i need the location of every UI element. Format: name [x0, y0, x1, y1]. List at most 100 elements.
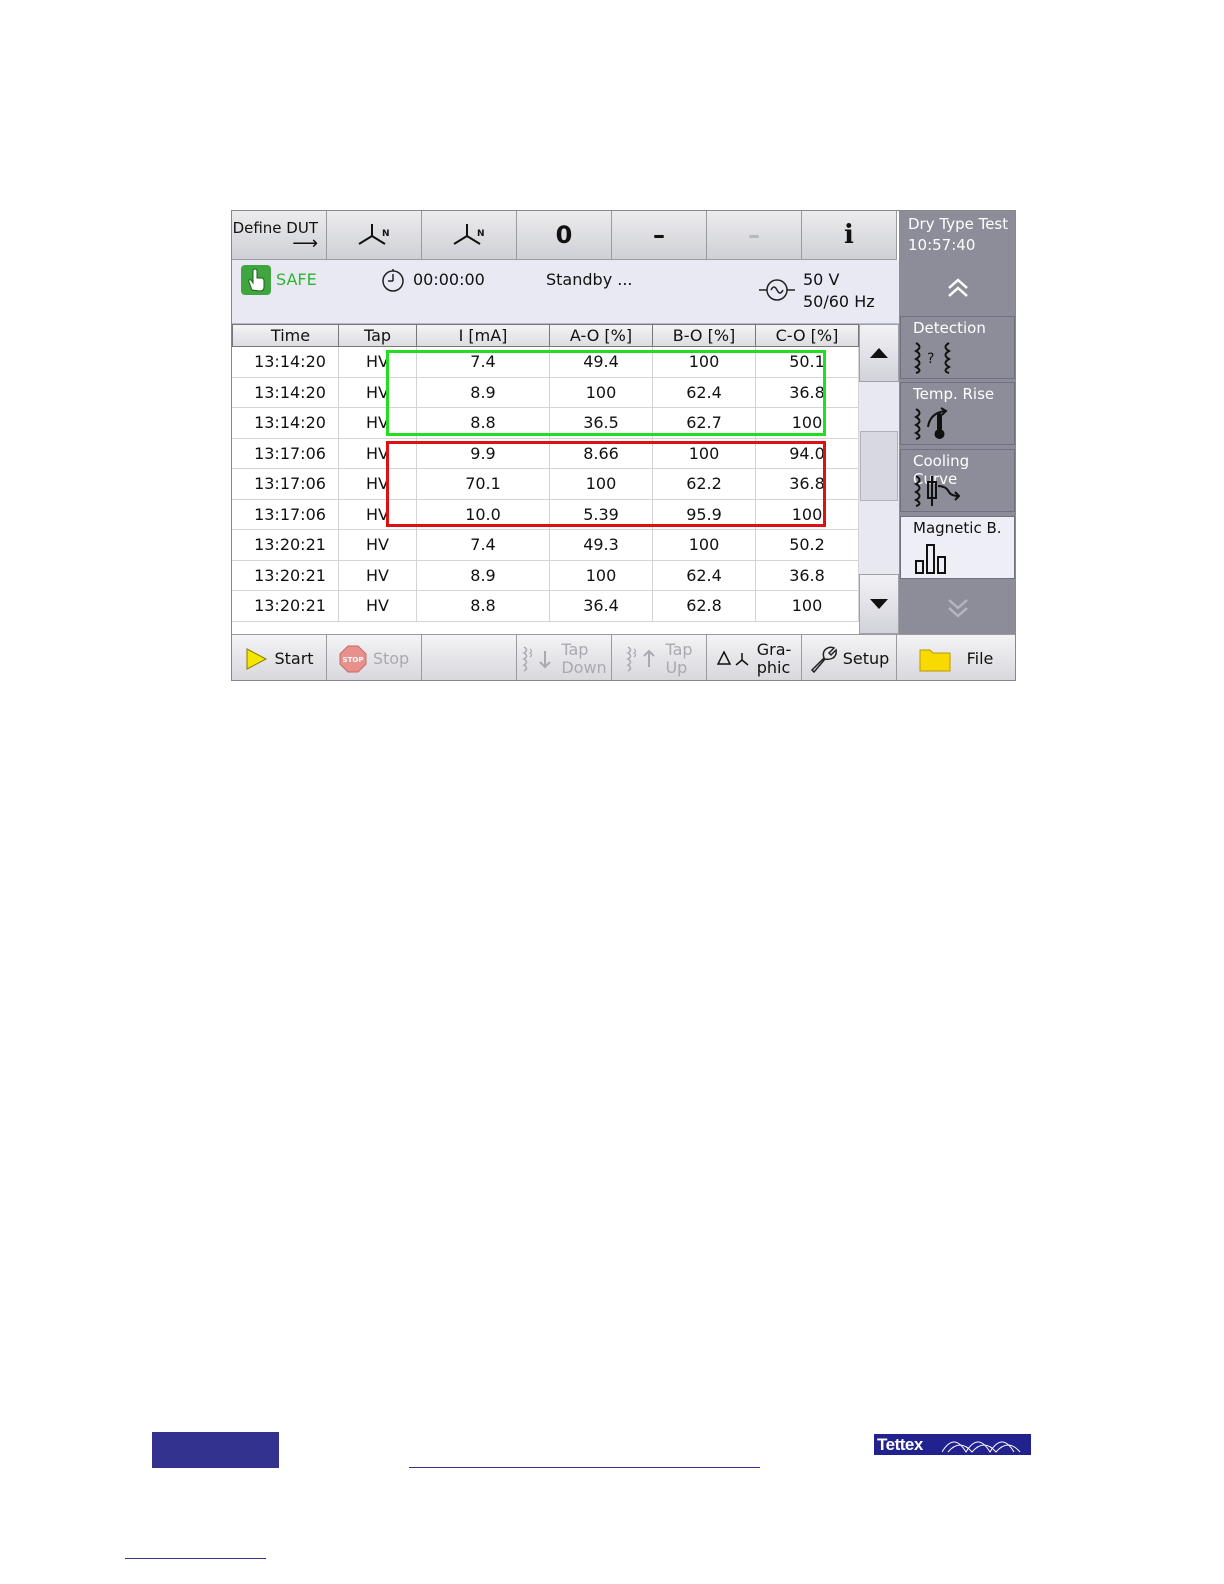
define-dut-button[interactable]: Define DUT ⟶ [232, 211, 327, 260]
cell-tap: HV [339, 560, 417, 590]
cell-time: 13:14:20 [232, 377, 339, 407]
column-header-tap[interactable]: Tap [339, 324, 417, 347]
phase-shift-button[interactable]: 0 [517, 211, 612, 260]
vector-group-hv-button[interactable]: N [327, 211, 422, 260]
cell-b-o: 62.4 [653, 560, 756, 590]
vector-group-lv-button[interactable]: N [422, 211, 517, 260]
table-header: Time Tap I [mA] A-O [%] B-O [%] C-O [%] [232, 324, 859, 347]
cell-b-o: 62.2 [653, 469, 756, 499]
table-row[interactable]: 13:17:06 HV 9.9 8.66 100 94.0 [232, 438, 859, 469]
safe-status-label: SAFE [276, 270, 317, 289]
table-row[interactable]: 13:14:20 HV 8.8 36.5 62.7 100 [232, 408, 859, 439]
cell-current: 8.8 [417, 591, 550, 621]
delta-wye-icon [716, 649, 751, 669]
system-clock: 10:57:40 [908, 236, 976, 254]
sidebar-item-label: Detection [913, 319, 986, 337]
tertiary-shift-button: – [707, 211, 802, 260]
top-toolbar: Define DUT ⟶ N N 0 – – i [232, 211, 899, 260]
tap-up-label-line1: Tap [665, 639, 693, 659]
tap-up-label-line2: Up [665, 657, 688, 677]
cell-time: 13:14:20 [232, 408, 339, 438]
graphic-label-line2: phic [756, 657, 791, 677]
cell-time: 13:20:21 [232, 591, 339, 621]
logo-text: Tettex [877, 1435, 923, 1454]
setup-button[interactable]: Setup [802, 634, 897, 680]
cell-tap: HV [339, 591, 417, 621]
table-row[interactable]: 13:14:20 HV 8.9 100 62.4 36.8 [232, 377, 859, 408]
scroll-thumb[interactable] [860, 431, 898, 501]
graphic-label: Gra- phic [756, 640, 792, 677]
wye-neutral-icon: N [453, 224, 485, 245]
sidebar-item-label: Temp. Rise [913, 385, 995, 403]
table-row[interactable]: 13:20:21 HV 8.9 100 62.4 36.8 [232, 560, 859, 591]
tertiary-winding-button[interactable]: – [612, 211, 707, 260]
empty-toolbar-slot [422, 634, 517, 680]
scroll-up-button[interactable] [859, 324, 899, 382]
results-table: Time Tap I [mA] A-O [%] B-O [%] C-O [%] … [232, 324, 859, 634]
cell-a-o: 8.66 [550, 438, 653, 468]
column-header-b-o[interactable]: B-O [%] [653, 324, 756, 347]
table-body: 13:14:20 HV 7.4 49.4 100 50.1 13:14:20 HV 8.9 100… [232, 347, 859, 622]
cell-tap: HV [339, 530, 417, 560]
table-row[interactable]: 13:20:21 HV 8.8 36.4 62.8 100 [232, 591, 859, 622]
cell-a-o: 49.4 [550, 347, 653, 377]
cell-a-o: 100 [550, 377, 653, 407]
graphic-button[interactable]: Gra- phic [707, 634, 802, 680]
cell-tap: HV [339, 377, 417, 407]
stop-button: STOP Stop [327, 634, 422, 680]
info-icon: i [844, 220, 854, 250]
cell-c-o: 94.0 [756, 438, 859, 468]
column-header-time[interactable]: Time [232, 324, 339, 347]
cell-b-o: 62.7 [653, 408, 756, 438]
cell-current: 7.4 [417, 530, 550, 560]
start-button[interactable]: Start [232, 634, 327, 680]
triangle-down-icon [870, 599, 888, 609]
arrow-right-icon: ⟶ [292, 233, 318, 254]
sidebar-item-temp-rise[interactable]: Temp. Rise [900, 382, 1015, 445]
column-header-a-o[interactable]: A-O [%] [550, 324, 653, 347]
voltage-value: 50 V [803, 270, 840, 289]
sidebar-item-detection[interactable]: Detection ? [900, 316, 1015, 379]
table-scrollbar[interactable] [859, 324, 899, 634]
thermometer-icon [913, 407, 948, 440]
table-row[interactable]: 13:14:20 HV 7.4 49.4 100 50.1 [232, 347, 859, 378]
tap-up-label: Tap Up [665, 639, 693, 677]
phase-shift-label: 0 [555, 221, 573, 249]
cell-a-o: 36.5 [550, 408, 653, 438]
cell-time: 13:14:20 [232, 347, 339, 377]
sidebar-item-cooling-curve[interactable]: Cooling Curve [900, 449, 1015, 512]
cell-b-o: 95.9 [653, 499, 756, 529]
table-row[interactable]: 13:20:21 HV 7.4 49.3 100 50.2 [232, 530, 859, 561]
cooling-curve-icon [913, 475, 961, 507]
cell-b-o: 62.8 [653, 591, 756, 621]
column-header-current[interactable]: I [mA] [417, 324, 550, 347]
scroll-up-chevron[interactable] [899, 260, 1015, 316]
wrench-icon [809, 645, 837, 673]
neutral-label: N [382, 229, 390, 239]
detection-icon: ? [913, 342, 952, 374]
table-row[interactable]: 13:17:06 HV 10.0 5.39 95.9 100 [232, 499, 859, 530]
sidebar-item-label: Magnetic B. [913, 519, 1002, 537]
cell-tap: HV [339, 469, 417, 499]
table-row[interactable]: 13:17:06 HV 70.1 100 62.2 36.8 [232, 469, 859, 500]
cell-current: 8.9 [417, 377, 550, 407]
cell-a-o: 100 [550, 469, 653, 499]
info-button[interactable]: i [802, 211, 897, 260]
sidebar-item-magnetic-balance[interactable]: Magnetic B. [900, 516, 1015, 579]
scroll-down-button[interactable] [859, 574, 899, 634]
frequency-value: 50/60 Hz [803, 292, 875, 311]
cell-tap: HV [339, 438, 417, 468]
tap-down-icon [521, 645, 555, 673]
column-header-c-o[interactable]: C-O [%] [756, 324, 859, 347]
brand-logo: Tettex [874, 1434, 1031, 1455]
cell-c-o: 36.8 [756, 560, 859, 590]
double-chevron-down-icon [948, 599, 968, 618]
scroll-down-chevron [899, 582, 1015, 634]
cell-current: 10.0 [417, 499, 550, 529]
cell-tap: HV [339, 347, 417, 377]
folder-icon [919, 646, 951, 672]
timer-icon [382, 269, 404, 292]
logo-waves-icon [942, 1441, 1021, 1453]
file-button[interactable]: File [897, 634, 1015, 680]
test-name: Dry Type Test [908, 215, 1009, 233]
